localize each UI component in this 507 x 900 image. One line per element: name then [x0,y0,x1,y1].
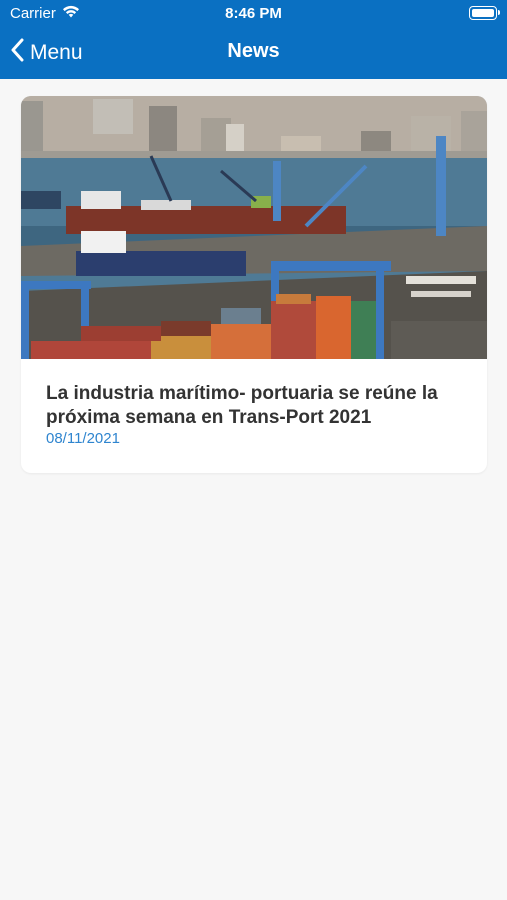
news-title[interactable]: La industria marítimo- portuaria se reún… [46,382,466,430]
news-card[interactable]: La industria marítimo- portuaria se reún… [21,96,487,473]
news-image [21,96,487,359]
battery-icon [469,6,500,20]
news-date: 08/11/2021 [46,430,120,447]
page-title: News [227,40,280,62]
status-bar: Carrier 8:46 PM [0,0,507,28]
navigation-bar: Menu News [0,28,507,79]
top-bar: Carrier 8:46 PM Menu News [0,0,507,79]
status-time: 8:46 PM [225,5,282,22]
